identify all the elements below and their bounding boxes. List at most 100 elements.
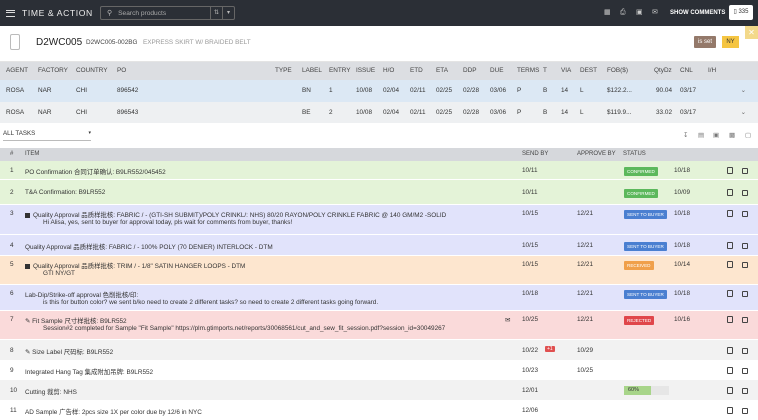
col-approve-by[interactable]: APPROVE BY bbox=[577, 148, 616, 161]
copy-icon[interactable] bbox=[727, 290, 733, 297]
task-row[interactable]: 5 Quality Approval 品质样批核: TRIM / - 1/8" S… bbox=[0, 256, 758, 285]
download-icon[interactable]: ↧ bbox=[683, 131, 688, 139]
chevron-down-icon[interactable]: ▾ bbox=[222, 7, 234, 19]
print-icon[interactable]: ⎙ bbox=[620, 9, 627, 16]
archive-icon[interactable]: ▩ bbox=[729, 131, 735, 139]
task-row[interactable]: 3 Quality Approval 品质样批核: FABRIC / - (GTI… bbox=[0, 205, 758, 235]
po-cell-ddp: 02/28 bbox=[463, 109, 479, 116]
status-badge[interactable]: SENT TO BUYER bbox=[624, 210, 667, 219]
status-badge[interactable]: CONFIRMED bbox=[624, 188, 658, 198]
col-send-by[interactable]: SEND BY bbox=[522, 148, 548, 161]
copy-icon[interactable] bbox=[727, 406, 733, 414]
grid-icon[interactable]: ▦ bbox=[604, 9, 611, 16]
copy-icon[interactable] bbox=[727, 261, 733, 268]
task-item[interactable]: Quality Approval 品质样批核: FABRIC / - (GTI-… bbox=[25, 210, 446, 219]
col-item[interactable]: ITEM bbox=[25, 148, 39, 161]
task-item[interactable]: AD Sample 广告样: 2pcs size 1X per color du… bbox=[25, 407, 202, 416]
product-thumbnail[interactable] bbox=[10, 34, 20, 50]
copy-icon[interactable] bbox=[727, 210, 733, 217]
checkbox[interactable] bbox=[742, 167, 748, 174]
po-col-type: TYPE bbox=[275, 67, 292, 74]
task-item-label: Quality Approval 品质样批核: FABRIC / - 100% … bbox=[25, 243, 273, 251]
status-badge[interactable]: CONFIRMED bbox=[624, 166, 658, 176]
task-row[interactable]: 4 Quality Approval 品质样批核: FABRIC / - 100%… bbox=[0, 235, 758, 256]
status-badge[interactable]: RECEIVED bbox=[624, 261, 654, 270]
search-input[interactable]: Search products bbox=[118, 10, 166, 17]
po-cell-factory: NAR bbox=[38, 87, 52, 94]
document-icon[interactable]: ▤ bbox=[698, 131, 704, 139]
col-status[interactable]: STATUS bbox=[623, 148, 646, 161]
copy-icon[interactable] bbox=[727, 386, 733, 394]
po-row[interactable]: ROSA NAR CHI 896543 BE 2 10/08 02/04 02/11 02/25 0… bbox=[0, 102, 758, 123]
po-cell-cnl: 03/17 bbox=[680, 87, 696, 94]
trash-icon[interactable]: ▢ bbox=[745, 131, 751, 139]
po-col-eta: ETA bbox=[436, 67, 448, 74]
checkbox[interactable] bbox=[742, 317, 748, 323]
copy-icon[interactable] bbox=[727, 366, 733, 374]
copy-icon[interactable] bbox=[727, 166, 733, 174]
save-icon[interactable]: ▣ bbox=[636, 9, 643, 16]
status-badge[interactable]: SENT TO BUYER bbox=[624, 290, 667, 299]
checkbox[interactable] bbox=[742, 291, 748, 297]
task-item[interactable]: Quality Approval 品质样批核: TRIM / - 1/8" SA… bbox=[25, 261, 245, 270]
copy-icon[interactable] bbox=[727, 188, 733, 196]
task-send-by: 10/11 bbox=[522, 188, 538, 196]
status-badge[interactable]: REJECTED bbox=[624, 316, 655, 325]
lock-icon[interactable]: ▣ bbox=[713, 131, 719, 139]
task-number: 2 bbox=[10, 188, 14, 196]
task-row[interactable]: 6 Lab-Dip/Strike-off approval 色削批核/印: is t… bbox=[0, 285, 758, 311]
po-row[interactable]: ROSA NAR CHI 896542 BN 1 10/08 02/04 02/11 02/25 0… bbox=[0, 80, 758, 102]
task-item[interactable]: PO Confirmation 合同订单确认: B9LR552/045452 bbox=[25, 167, 166, 176]
po-cell-qty: 90.04 bbox=[656, 87, 672, 94]
checkbox[interactable] bbox=[742, 407, 748, 414]
copy-icon[interactable] bbox=[727, 316, 733, 323]
copy-icon[interactable] bbox=[727, 346, 733, 354]
task-row[interactable]: 7 ✎ Fit Sample 尺寸样批核: B9LR552 Session#2 co… bbox=[0, 311, 758, 340]
task-row[interactable]: 2 T&A Confirmation: B9LR552 10/11 CONFIRMED… bbox=[0, 180, 758, 205]
po-cell-ho: 02/04 bbox=[383, 109, 399, 116]
task-approve-by: 10/25 bbox=[577, 366, 593, 374]
task-item[interactable]: Integrated Hang Tag 集成附加吊牌: B9LR552 bbox=[25, 367, 153, 376]
task-row[interactable]: 10 Cutting 裁剪: NHS 12/01 60% bbox=[0, 380, 758, 401]
task-filter-select[interactable]: ALL TASKS ▾ bbox=[3, 130, 91, 141]
po-cell-eta: 02/25 bbox=[436, 87, 452, 94]
checkbox[interactable] bbox=[742, 367, 748, 374]
po-cell-eta: 02/25 bbox=[436, 109, 452, 116]
checkbox[interactable] bbox=[742, 262, 748, 268]
comment-icon[interactable]: ✉ bbox=[505, 316, 510, 324]
menu-icon[interactable] bbox=[6, 9, 15, 17]
checkbox[interactable] bbox=[742, 211, 748, 217]
task-row[interactable]: 11 AD Sample 广告样: 2pcs size 1X per color … bbox=[0, 401, 758, 420]
status-badge[interactable]: SENT TO BUYER bbox=[624, 241, 667, 251]
task-row[interactable]: 8 ✎ Size Label 尺码标: B9LR552 10/22 +1 10/29 bbox=[0, 340, 758, 361]
expand-row-icon[interactable]: ⌄ bbox=[741, 102, 746, 123]
po-col-terms: TERMS bbox=[517, 67, 540, 74]
task-item[interactable]: T&A Confirmation: B9LR552 bbox=[25, 189, 105, 196]
search-options-icon[interactable]: ⇅ bbox=[210, 7, 222, 19]
po-cell-po: 896542 bbox=[117, 87, 139, 94]
checkbox[interactable] bbox=[742, 189, 748, 196]
task-actual-date: 10/09 bbox=[674, 188, 690, 196]
close-icon[interactable]: ✕ bbox=[745, 26, 758, 39]
task-item[interactable]: Cutting 裁剪: NHS bbox=[25, 387, 77, 396]
po-cell-factory: NAR bbox=[38, 109, 52, 116]
copy-icon[interactable] bbox=[727, 241, 733, 249]
task-row[interactable]: 9 Integrated Hang Tag 集成附加吊牌: B9LR552 10/2… bbox=[0, 361, 758, 380]
show-comments-button[interactable]: SHOW COMMENTS bbox=[670, 10, 725, 16]
task-item[interactable]: ✎ Fit Sample 尺寸样批核: B9LR552 bbox=[25, 316, 127, 325]
checkbox[interactable] bbox=[742, 242, 748, 249]
comment-icon[interactable]: ✉ bbox=[652, 9, 659, 16]
task-row[interactable]: 1 PO Confirmation 合同订单确认: B9LR552/045452 1… bbox=[0, 161, 758, 180]
checkbox[interactable] bbox=[742, 347, 748, 354]
notification-count[interactable]: ▯ 335 bbox=[729, 5, 753, 20]
bullet-icon bbox=[25, 263, 30, 269]
task-send-by: 10/11 bbox=[522, 166, 538, 174]
checkbox[interactable] bbox=[742, 387, 748, 394]
task-item[interactable]: Lab-Dip/Strike-off approval 色削批核/印: bbox=[25, 290, 138, 299]
task-send-by: 12/06 bbox=[522, 406, 538, 414]
search-box[interactable]: ⚲ Search products ⇅ ▾ bbox=[100, 6, 235, 20]
task-item[interactable]: ✎ Size Label 尺码标: B9LR552 bbox=[25, 347, 113, 356]
expand-row-icon[interactable]: ⌄ bbox=[741, 80, 746, 101]
task-item[interactable]: Quality Approval 品质样批核: FABRIC / - 100% … bbox=[25, 242, 273, 251]
task-send-by: 10/15 bbox=[522, 210, 538, 217]
